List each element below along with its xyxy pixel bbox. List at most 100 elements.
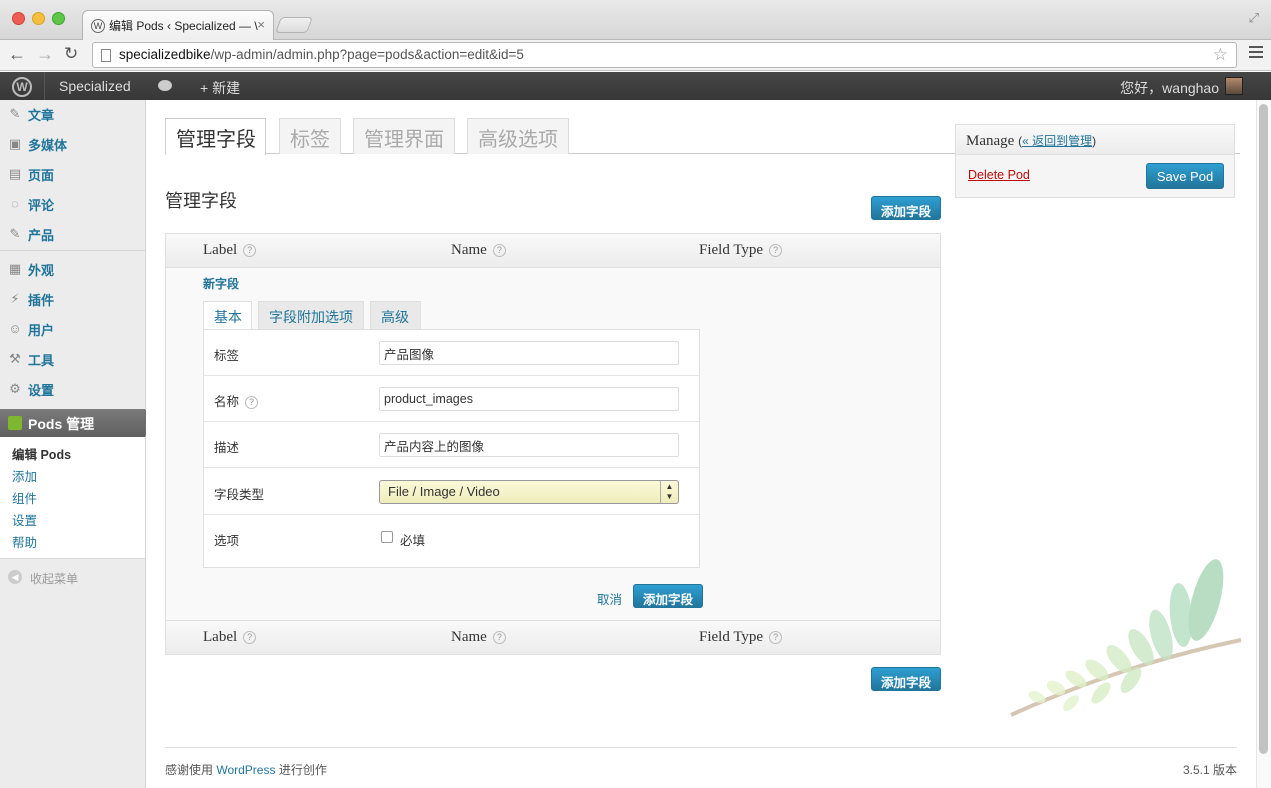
browser-tab[interactable]: W 编辑 Pods ‹ Specialized — \ × [82,10,274,40]
pods-leaf-icon [8,416,22,430]
sidebar-item-label: 用户 [28,323,55,338]
manage-box-header: Manage (« 返回到管理) [956,125,1234,155]
back-arrow-icon[interactable]: ← [8,44,26,64]
site-name-link[interactable]: Specialized [59,78,131,94]
sidebar-item[interactable]: ⚒ 工具 [0,345,145,375]
tab-admin-ui[interactable]: 管理界面 [353,118,455,154]
column-fieldtype-text: Field Type [699,242,764,258]
sidebar-item[interactable]: ◌ 评论 [0,190,145,220]
back-to-manage-link[interactable]: « 返回到管理 [1022,134,1092,148]
add-field-button-top[interactable]: 添加字段 [871,196,941,220]
new-tab-button[interactable] [275,17,313,33]
subtab-advanced[interactable]: 高级 [370,301,421,329]
sidebar-item[interactable]: ▦ 外观 [0,255,145,285]
bookmark-star-icon[interactable]: ☆ [1213,45,1228,65]
tab-close-icon[interactable]: × [257,17,265,32]
name-field-label: 名称? [214,391,259,410]
comment-bubble-icon[interactable] [158,80,172,91]
column-name-header: Name? [451,629,506,646]
help-icon[interactable]: ? [492,244,506,257]
version-text: 3.5.1 版本 [1182,763,1237,777]
submenu-item-add[interactable]: 添加 [0,464,145,486]
admin-menu-bottom-group: ▦ 外观 ⚡ 插件 ☺ 用户 ⚒ 工具 ⚙ 设置 [0,255,145,405]
sidebar-item[interactable]: ▣ 多媒体 [0,130,145,160]
sidebar-item[interactable]: ✎ 产品 [0,220,145,250]
fields-table: Label? Name? Field Type? 新字段 基本 字段附加选项 高… [165,233,941,655]
field-type-selected-value: File / Image / Video [388,484,500,499]
description-input[interactable] [379,433,679,457]
sidebar-item[interactable]: ▤ 页面 [0,160,145,190]
form-row-name: 名称? [204,376,699,422]
sidebar-item-label: 文章 [28,108,55,123]
column-fieldtype-header: Field Type? [699,629,783,646]
save-field-button[interactable]: 添加字段 [633,584,703,608]
footer-thanks-prefix: 感谢使用 [165,763,217,777]
tab-manage-fields[interactable]: 管理字段 [165,118,266,155]
submenu-item-components[interactable]: 组件 [0,486,145,508]
appearance-icon: ▦ [8,261,22,276]
help-icon[interactable]: ? [243,244,257,257]
field-type-select[interactable]: File / Image / Video ▲ ▼ [379,480,679,504]
tools-icon: ⚒ [9,351,21,366]
fullscreen-icon[interactable]: ⤢ [1249,10,1259,26]
help-icon[interactable]: ? [769,631,783,644]
window-close-button[interactable] [12,12,25,25]
help-icon[interactable]: ? [243,631,257,644]
sidebar-item-label: 产品 [28,228,55,243]
sidebar-item[interactable]: ⚙ 设置 [0,375,145,405]
delete-pod-link[interactable]: Delete Pod [968,168,1030,182]
label-input[interactable] [379,341,679,365]
address-bar[interactable]: specializedbike/wp-admin/admin.php?page=… [92,42,1237,68]
howdy-user-menu[interactable]: 您好，wanghao [1120,78,1219,98]
sidebar-item-label: 多媒体 [28,138,68,153]
browser-toolbar: ← → ↻ specializedbike/wp-admin/admin.php… [0,40,1271,71]
collapse-menu-button[interactable]: ◀ 收起菜单 [0,559,145,589]
wordpress-link[interactable]: WordPress [216,763,275,777]
name-input[interactable] [379,387,679,411]
avatar[interactable] [1225,77,1243,95]
browser-menu-icon[interactable] [1249,46,1263,58]
sidebar-item-label: 插件 [28,293,55,308]
help-icon[interactable]: ? [245,396,259,409]
column-fieldtype-text: Field Type [699,629,764,645]
add-field-button-bottom[interactable]: 添加字段 [871,667,941,691]
wordpress-favicon-icon: W [91,19,105,33]
window-maximize-button[interactable] [52,12,65,25]
save-pod-button[interactable]: Save Pod [1146,163,1224,189]
sidebar-item[interactable]: ✎ 文章 [0,100,145,130]
subtab-basic[interactable]: 基本 [203,301,252,330]
media-icon: ▣ [8,136,22,151]
new-field-row-label[interactable]: 新字段 [203,275,239,292]
pin-icon: ✎ [9,106,21,121]
reload-icon[interactable]: ↻ [64,44,78,64]
select-arrows-icon: ▲ ▼ [660,481,678,503]
table-header: Label? Name? Field Type? [166,234,940,268]
required-checkbox-label[interactable]: 必填 [400,530,425,549]
tab-labels[interactable]: 标签 [279,118,341,154]
main-content: 管理字段 标签 管理界面 高级选项 管理字段 添加字段 Label? Name?… [146,100,1256,788]
forward-arrow-icon[interactable]: → [36,44,54,64]
back-link-wrapper: (« 返回到管理) [1018,134,1097,148]
sidebar-item-label: 页面 [28,168,55,183]
submenu-item-settings[interactable]: 设置 [0,508,145,530]
sidebar-item[interactable]: ☺ 用户 [0,315,145,345]
cancel-link[interactable]: 取消 [597,589,622,608]
admin-sidebar: ✎ 文章 ▣ 多媒体 ▤ 页面 ◌ 评论 ✎ 产品 ▦ 外观 ⚡ 插件 ☺ 用户 ⚒ 工具 ⚙ 设置 Pods 管理… [0,100,153,788]
subtab-additional-options[interactable]: 字段附加选项 [258,301,364,329]
sidebar-item-pods[interactable]: Pods 管理 [0,409,153,437]
submenu-item-help[interactable]: 帮助 [0,530,145,552]
wordpress-logo-icon[interactable]: W [12,77,32,97]
help-icon[interactable]: ? [769,244,783,257]
submenu-item-edit-pods[interactable]: 编辑 Pods [0,442,145,464]
column-label-text: Label [203,242,238,258]
field-type-label: 字段类型 [214,488,265,502]
required-checkbox[interactable] [381,531,393,543]
sidebar-item[interactable]: ⚡ 插件 [0,285,145,315]
adminbar-divider [44,72,45,100]
tab-advanced-options[interactable]: 高级选项 [467,118,569,154]
window-minimize-button[interactable] [32,12,45,25]
new-content-menu[interactable]: + 新建 [200,78,240,98]
sidebar-item-label: 外观 [28,263,55,278]
help-icon[interactable]: ? [492,631,506,644]
scrollbar-thumb[interactable] [1259,104,1268,754]
